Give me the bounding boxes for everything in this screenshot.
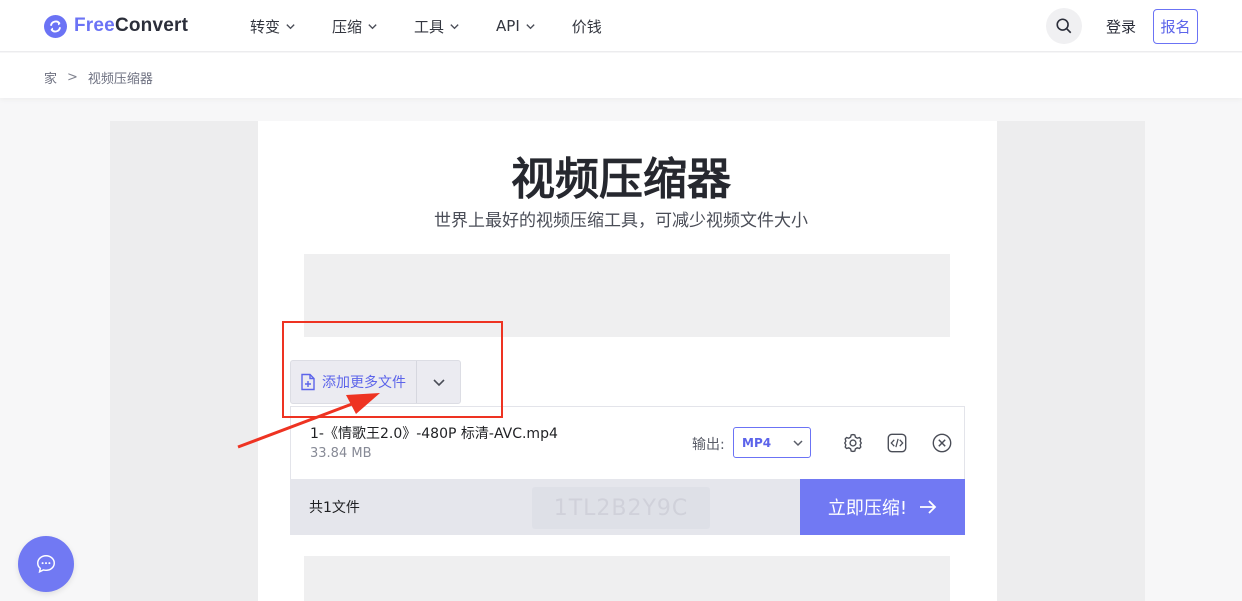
breadcrumb: 家 > 视频压缩器 [44, 68, 153, 87]
page-subtitle: 世界上最好的视频压缩工具，可减少视频文件大小 [434, 211, 808, 231]
login-link[interactable]: 登录 [1106, 16, 1136, 37]
compress-now-button[interactable]: 立即压缩! [800, 479, 965, 535]
search-icon [1056, 18, 1072, 34]
nav-item-convert[interactable]: 转变 [250, 16, 296, 37]
signup-button[interactable]: 报名 [1153, 9, 1198, 44]
code-icon [887, 433, 907, 453]
file-count: 共1文件 [309, 500, 360, 516]
chat-support-button[interactable] [18, 536, 74, 592]
brand-name: FreeConvert [74, 15, 189, 36]
chat-bubble-icon [37, 555, 55, 574]
chevron-down-icon [450, 23, 459, 29]
nav-item-label: 转变 [250, 17, 281, 36]
action-bar: 共1文件 1TL2B2Y9C 立即压缩! [290, 479, 965, 535]
bottom-ad-banner [304, 556, 950, 601]
nav-item-tools[interactable]: 工具 [414, 16, 460, 37]
breadcrumb-bar: 家 > 视频压缩器 [0, 53, 1242, 98]
embed-code-button[interactable] [885, 431, 909, 455]
nav-item-label: 压缩 [332, 17, 363, 36]
brand-logo[interactable]: FreeConvert [44, 14, 188, 38]
page-title: 视频压缩器 [511, 154, 731, 205]
chevron-down-icon [793, 439, 803, 446]
watermark-overlay: 1TL2B2Y9C [532, 487, 710, 529]
gear-icon [844, 433, 862, 453]
chevron-down-icon [286, 23, 295, 29]
annotation-highlight-box [282, 321, 503, 418]
file-name: 1-《情歌王2.0》-480P 标清-AVC.mp4 [310, 426, 558, 442]
search-button[interactable] [1046, 8, 1082, 44]
nav-item-label: 价钱 [571, 17, 602, 36]
settings-button[interactable] [841, 431, 865, 455]
nav-item-compress[interactable]: 压缩 [332, 16, 378, 37]
nav-item-pricing[interactable]: 价钱 [572, 16, 602, 37]
breadcrumb-home[interactable]: 家 [44, 68, 57, 87]
main-nav: 转变 压缩 工具 API 价钱 [250, 14, 638, 38]
chevron-down-icon [526, 23, 535, 29]
close-circle-icon [932, 433, 952, 453]
nav-item-label: 工具 [414, 17, 445, 36]
remove-file-button[interactable] [930, 431, 954, 455]
file-size: 33.84 MB [310, 446, 372, 461]
arrow-right-icon [920, 500, 937, 514]
nav-item-label: API [496, 17, 520, 35]
compress-now-label: 立即压缩! [827, 498, 908, 519]
output-format-value: MP4 [742, 435, 772, 450]
chevron-down-icon [368, 23, 377, 29]
breadcrumb-separator: > [67, 70, 78, 85]
nav-item-api[interactable]: API [496, 17, 536, 35]
top-header: FreeConvert 转变 压缩 工具 API 价钱 登录 报名 [0, 0, 1242, 52]
logo-refresh-icon [44, 14, 67, 38]
output-label: 输出: [692, 437, 725, 453]
breadcrumb-current: 视频压缩器 [87, 72, 153, 87]
output-format-select[interactable]: MP4 [733, 427, 811, 458]
